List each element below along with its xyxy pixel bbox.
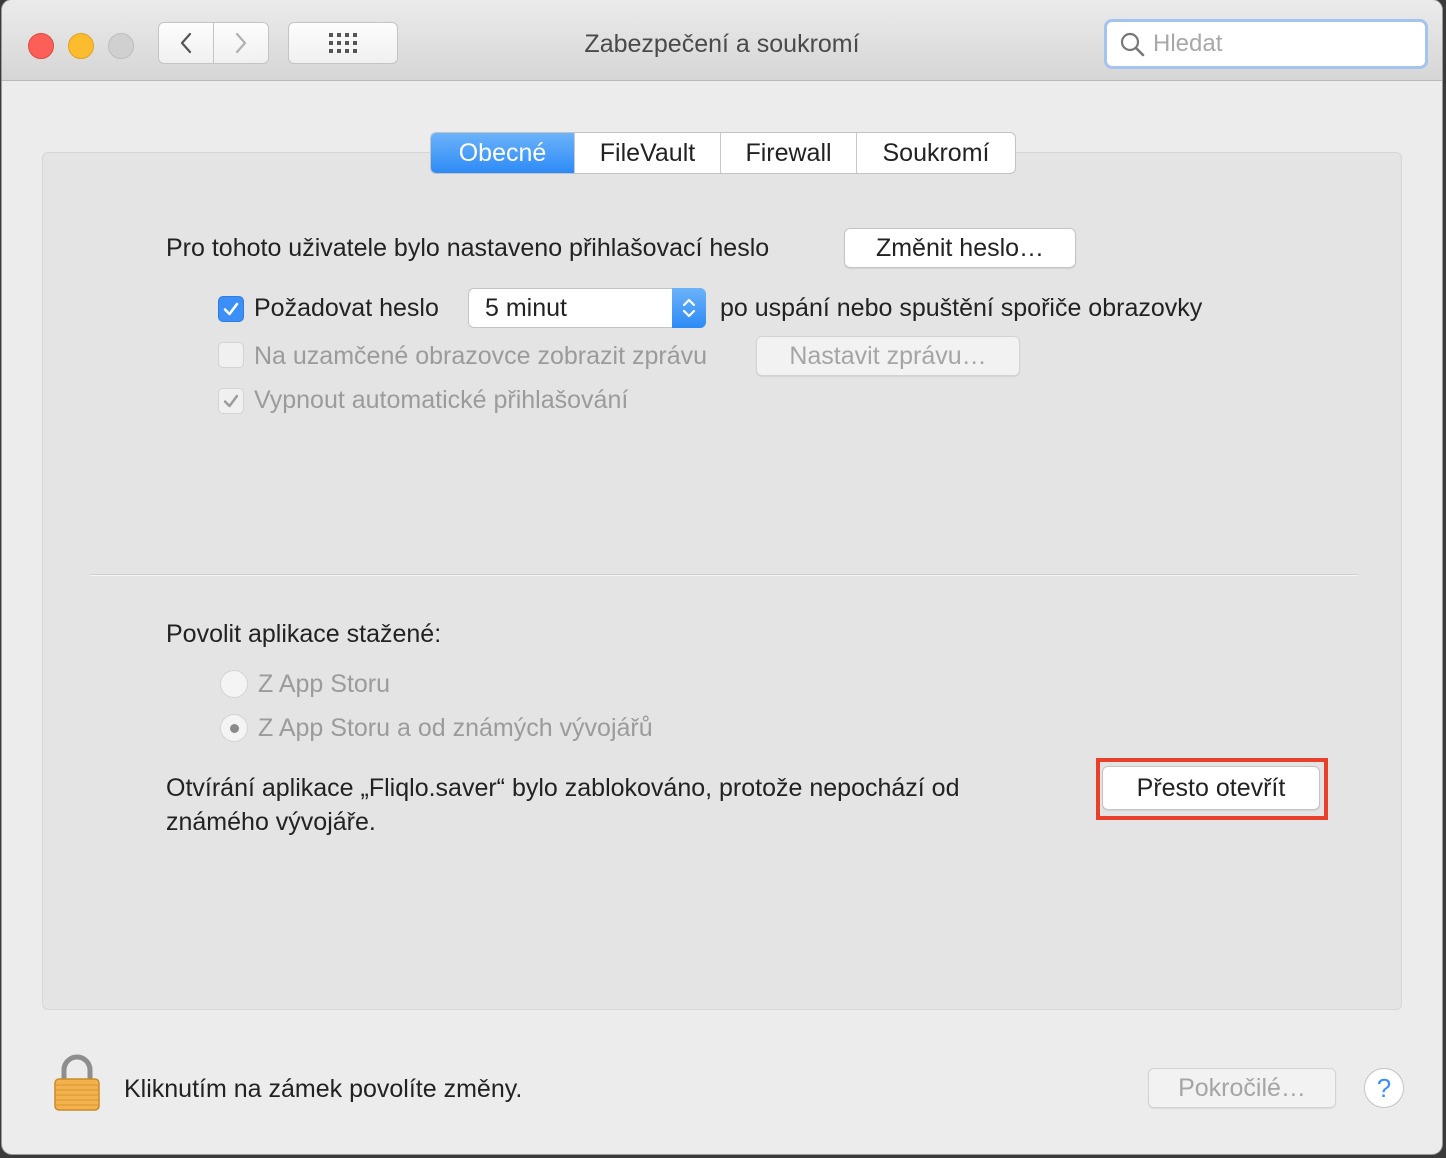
blocked-app-message-line2: známého vývojáře. [166,808,376,836]
help-button[interactable]: ? [1364,1068,1404,1108]
lock-icon[interactable] [52,1054,102,1112]
tab-firewall[interactable]: Firewall [721,133,857,173]
password-status-text: Pro tohoto uživatele bylo nastaveno přih… [166,234,770,262]
general-panel [42,152,1402,1010]
blocked-app-message-line1: Otvírání aplikace „Fliqlo.saver“ bylo za… [166,774,960,802]
password-delay-select[interactable]: 5 minut [468,288,706,328]
allow-apps-heading: Povolit aplikace stažené: [166,620,442,648]
search-icon [1120,32,1145,57]
tab-general[interactable]: Obecné [431,133,575,173]
radio-selected-dot [229,723,239,733]
disable-autologin-checkbox[interactable] [218,388,244,414]
search-field[interactable] [1104,19,1428,69]
radio-app-store-identified-label: Z App Storu a od známých vývojářů [258,714,653,742]
radio-app-store[interactable] [220,670,248,698]
password-delay-suffix: po uspání nebo spuštění spořiče obrazovk… [720,294,1203,322]
require-password-label: Požadovat heslo [254,294,439,322]
set-message-button[interactable]: Nastavit zprávu… [756,336,1020,376]
advanced-button[interactable]: Pokročilé… [1148,1068,1336,1108]
lock-message-label: Na uzamčené obrazovce zobrazit zprávu [254,342,708,370]
password-delay-value: 5 minut [485,293,567,322]
checkmark-icon [223,394,239,408]
updown-arrows-icon [672,288,706,328]
radio-app-store-identified[interactable] [220,714,248,742]
require-password-checkbox[interactable] [218,296,244,322]
highlight-box [1096,758,1328,820]
tab-filevault[interactable]: FileVault [575,133,721,173]
title-bar: Zabezpečení a soukromí [2,0,1442,81]
search-input[interactable] [1153,30,1413,58]
tab-privacy[interactable]: Soukromí [857,133,1015,173]
preferences-window: Zabezpečení a soukromí Obecné FileVault … [2,0,1442,1154]
radio-app-store-label: Z App Storu [258,670,391,698]
change-password-button[interactable]: Změnit heslo… [844,228,1076,268]
lock-hint-text: Kliknutím na zámek povolíte změny. [124,1075,523,1103]
disable-autologin-label: Vypnout automatické přihlašování [254,386,629,414]
checkmark-icon [223,302,239,316]
section-divider [90,574,1358,576]
lock-message-checkbox[interactable] [218,342,244,368]
tab-bar: Obecné FileVault Firewall Soukromí [430,132,1016,174]
